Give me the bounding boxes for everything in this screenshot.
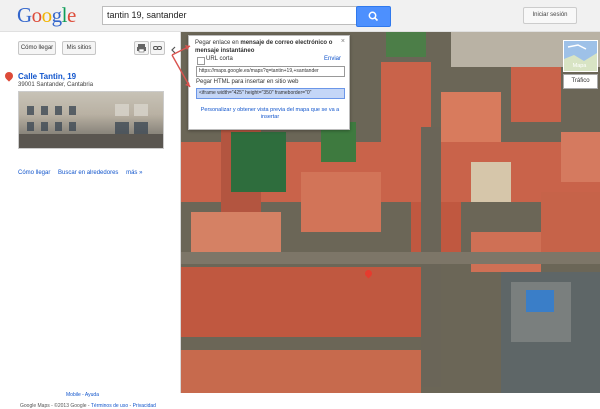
left-panel: Cómo llegar Mis sitios Calle Tantin, 19 … (0, 32, 181, 409)
customize-embed-link[interactable]: Personalizar y obtener vista previa del … (195, 107, 345, 121)
logo-letter: o (41, 3, 53, 27)
embed-html-field[interactable]: <iframe width="425" height="350" framebo… (196, 88, 345, 99)
embed-html-label: Pegar HTML para insertar en sitio web (196, 79, 299, 85)
street-view-thumbnail[interactable] (18, 91, 164, 149)
logo-letter: o (31, 3, 43, 27)
annotation-arrows (171, 45, 191, 88)
signin-button[interactable]: Iniciar sesión (523, 7, 577, 24)
printer-icon (137, 44, 146, 53)
logo-letter: e (67, 3, 76, 27)
search-icon (368, 11, 379, 22)
logo-letter: g (51, 3, 63, 27)
search-nearby-link[interactable]: Buscar en alrededores (58, 170, 118, 176)
share-url-field[interactable]: https://maps.google.es/maps?q=tantin+19,… (196, 66, 345, 77)
my-sites-button[interactable]: Mis sitios (62, 41, 96, 55)
google-logo[interactable]: Google (17, 3, 76, 28)
share-instructions: Pegar enlace en mensaje de correo electr… (195, 39, 340, 55)
how-to-get-button[interactable]: Cómo llegar (18, 41, 56, 55)
send-link[interactable]: Enviar (324, 56, 341, 62)
close-popup-button[interactable]: × (341, 38, 345, 45)
more-link[interactable]: más » (126, 170, 142, 176)
search-button[interactable] (356, 6, 391, 27)
search-input[interactable]: tantin 19, santander (102, 6, 357, 25)
share-link-popup: × Pegar enlace en mensaje de correo elec… (188, 35, 350, 130)
place-address: 39001 Santander, Cantabria (18, 82, 94, 88)
short-url-label: URL corta (206, 56, 233, 62)
map-type-label: Mapa (572, 63, 587, 69)
logo-letter: G (17, 3, 32, 27)
traffic-button[interactable]: Tráfico (563, 74, 598, 89)
location-marker-icon (3, 70, 15, 82)
top-bar: Google tantin 19, santander Iniciar sesi… (0, 0, 600, 32)
directions-link[interactable]: Cómo llegar (18, 170, 50, 176)
share-intro: Pegar enlace en (195, 40, 239, 46)
privacy-link[interactable]: Privacidad (133, 403, 156, 409)
place-title[interactable]: Calle Tantin, 19 (18, 72, 76, 81)
footer-copyright: Google Maps - ©2013 Google - Términos de… (20, 403, 156, 409)
terms-link[interactable]: Términos de uso (91, 403, 128, 409)
copyright-text: Google Maps - ©2013 Google - (20, 403, 90, 409)
print-button[interactable] (134, 41, 149, 55)
place-actions: Cómo llegar Buscar en alrededores más » (18, 170, 148, 176)
